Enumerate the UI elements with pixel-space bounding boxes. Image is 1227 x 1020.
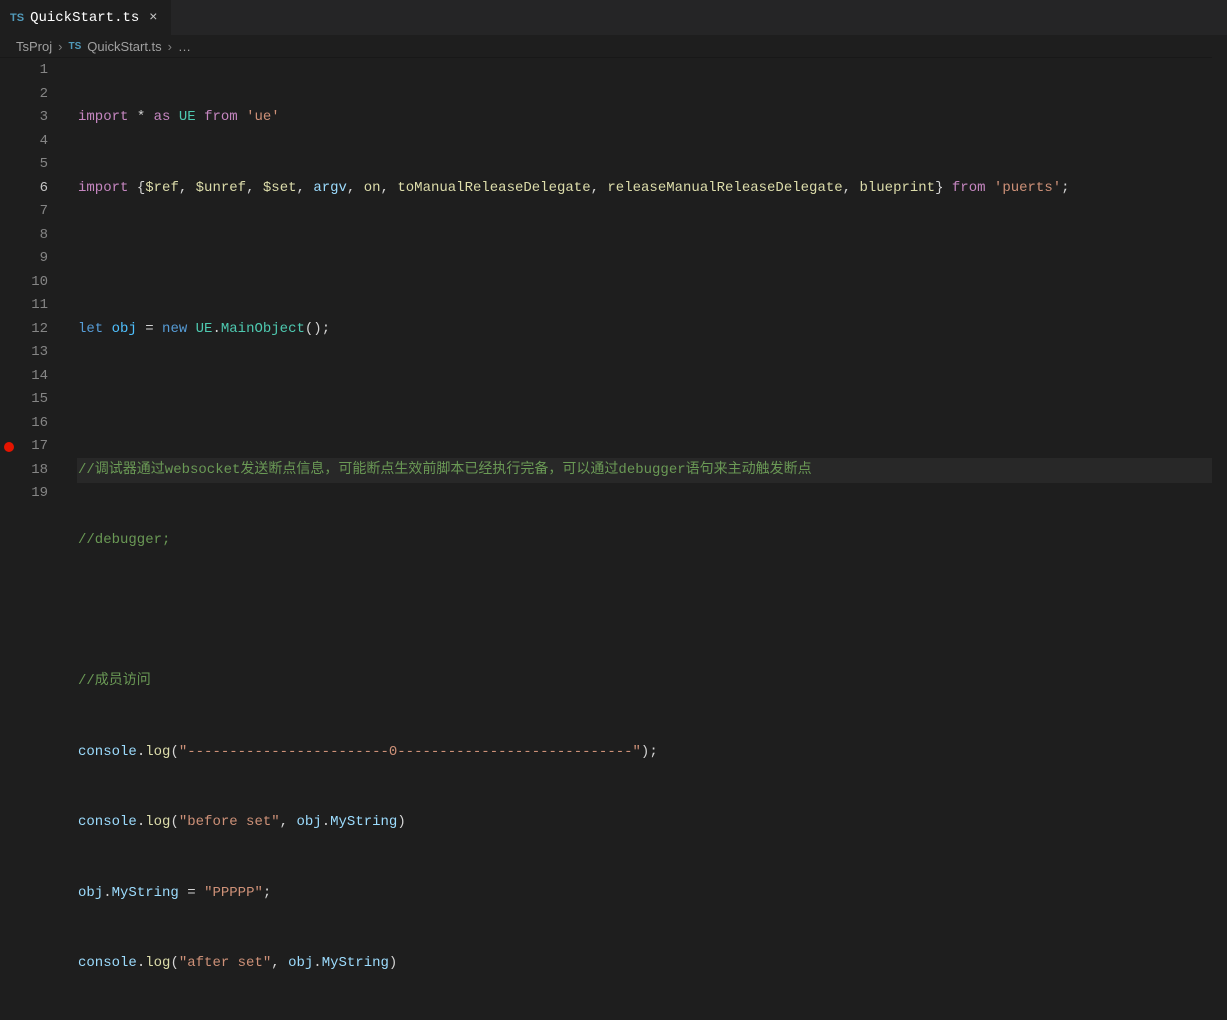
breakpoint-icon[interactable] — [4, 442, 14, 452]
line-number: 10 — [0, 271, 70, 295]
line-number: 14 — [0, 365, 70, 389]
line-number: 3 — [0, 106, 70, 130]
line-number: 18 — [0, 459, 70, 483]
breadcrumb-more[interactable]: … — [178, 39, 191, 54]
line-number: 13 — [0, 341, 70, 365]
code-line[interactable]: let obj = new UE.MainObject(); — [78, 318, 1227, 342]
line-number: 1 — [0, 59, 70, 83]
line-number: 19 — [0, 482, 70, 506]
code-line[interactable]: //调试器通过websocket发送断点信息，可能断点生效前脚本已经执行完备，可… — [78, 459, 1227, 483]
typescript-icon: TS — [10, 12, 24, 24]
line-number: 12 — [0, 318, 70, 342]
code-line[interactable]: import {$ref, $unref, $set, argv, on, to… — [78, 177, 1227, 201]
code-line[interactable]: console.log("after set", obj.MyString) — [78, 952, 1227, 976]
code-line[interactable]: obj.MyString = "PPPPP"; — [78, 882, 1227, 906]
tab-filename: QuickStart.ts — [30, 10, 139, 26]
line-number: 9 — [0, 247, 70, 271]
breadcrumb[interactable]: TsProj › TS QuickStart.ts › … — [0, 35, 1227, 57]
code-editor[interactable]: 1 2 3 4 5 6 7 8 9 10 11 12 13 14 15 16 1… — [0, 57, 1227, 1020]
code-line[interactable] — [78, 388, 1227, 412]
code-line[interactable]: //debugger; — [78, 529, 1227, 553]
code-line[interactable] — [78, 600, 1227, 624]
line-number: 8 — [0, 224, 70, 248]
code-line[interactable]: import * as UE from 'ue' — [78, 106, 1227, 130]
line-number: 6 — [0, 177, 70, 201]
typescript-icon: TS — [68, 41, 81, 52]
line-number: 16 — [0, 412, 70, 436]
breadcrumb-file[interactable]: QuickStart.ts — [87, 39, 161, 54]
line-number: 11 — [0, 294, 70, 318]
chevron-right-icon: › — [168, 39, 172, 54]
code-line[interactable]: console.log("before set", obj.MyString) — [78, 811, 1227, 835]
close-icon[interactable]: × — [145, 10, 161, 26]
code-line[interactable]: //成员访问 — [78, 670, 1227, 694]
line-number: 4 — [0, 130, 70, 154]
code-line[interactable] — [78, 247, 1227, 271]
minimap[interactable] — [1212, 57, 1227, 510]
line-number: 17 — [0, 435, 70, 459]
line-number: 7 — [0, 200, 70, 224]
line-gutter[interactable]: 1 2 3 4 5 6 7 8 9 10 11 12 13 14 15 16 1… — [0, 59, 70, 1020]
line-number: 5 — [0, 153, 70, 177]
code-area[interactable]: import * as UE from 'ue' import {$ref, $… — [70, 59, 1227, 1020]
line-number: 15 — [0, 388, 70, 412]
tab-quickstart[interactable]: TS QuickStart.ts × — [0, 0, 171, 35]
breadcrumb-project[interactable]: TsProj — [16, 39, 52, 54]
code-line[interactable]: console.log("------------------------0--… — [78, 741, 1227, 765]
tab-bar: TS QuickStart.ts × — [0, 0, 1227, 35]
chevron-right-icon: › — [58, 39, 62, 54]
line-number: 2 — [0, 83, 70, 107]
